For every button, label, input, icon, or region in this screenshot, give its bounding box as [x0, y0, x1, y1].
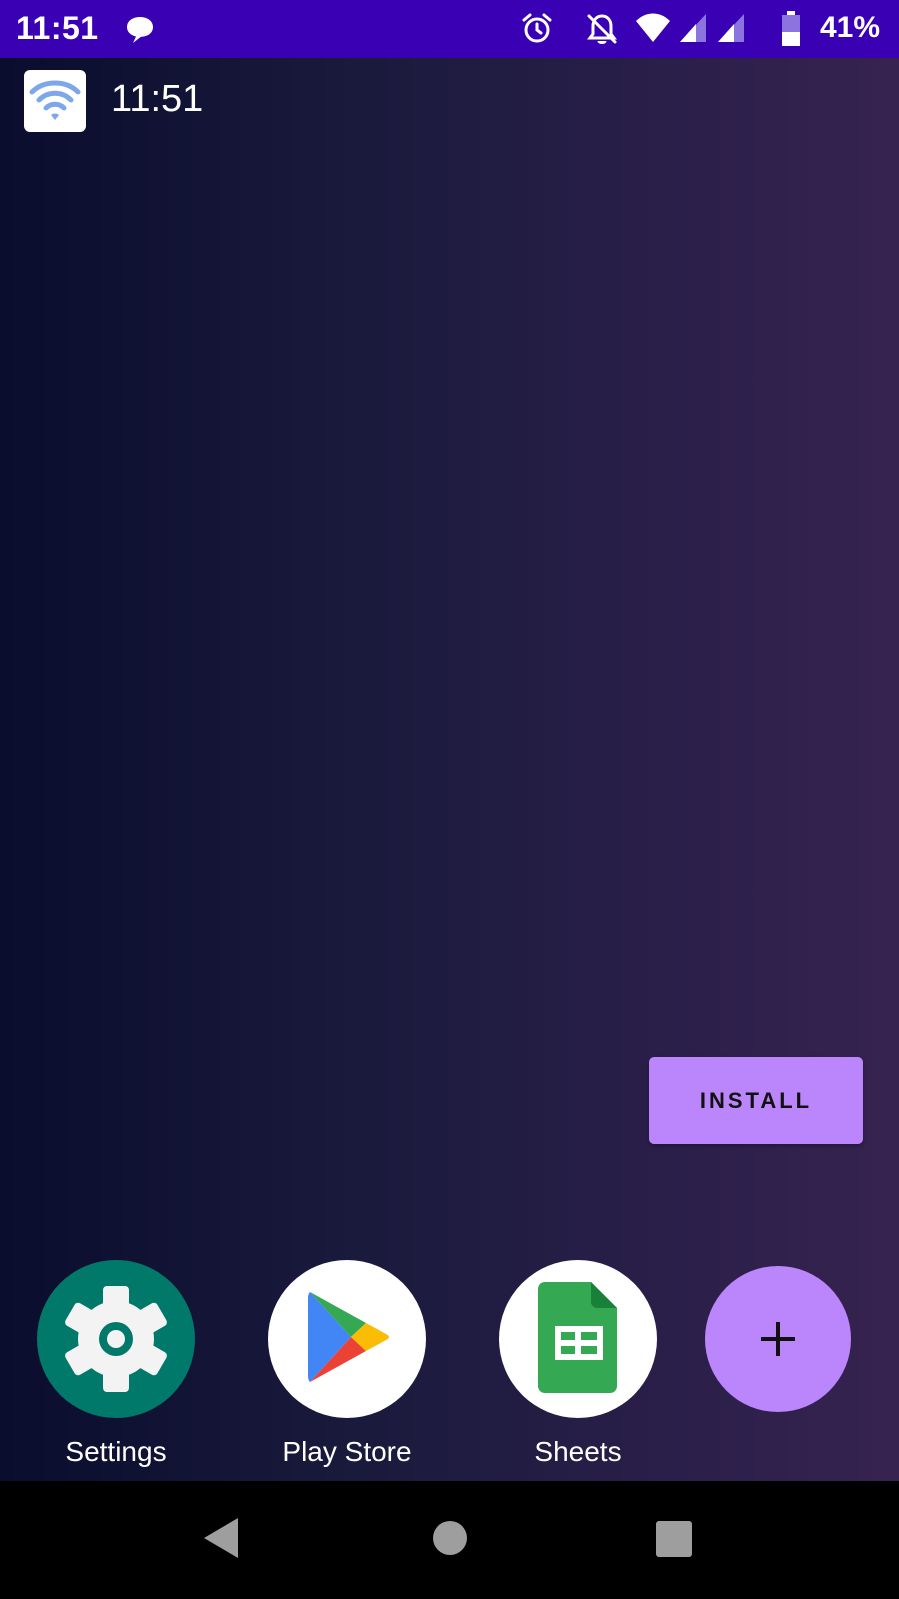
message-icon	[127, 17, 153, 43]
play-store-icon	[308, 1292, 389, 1382]
cell-signal-icon	[718, 14, 744, 42]
app-settings[interactable]: Settings	[16, 1260, 216, 1468]
app-play-store[interactable]: Play Store	[247, 1260, 447, 1468]
wifi-icon	[29, 80, 81, 120]
plus-icon	[761, 1322, 795, 1356]
sheets-app-icon[interactable]	[499, 1260, 657, 1418]
app-sheets[interactable]: Sheets	[478, 1260, 678, 1468]
notifications-off-icon	[587, 14, 617, 44]
wifi-icon	[636, 13, 670, 42]
app-label-sheets: Sheets	[534, 1436, 622, 1467]
home-screen: 11:51 41% 11:51 INSTALL Settings Play St…	[0, 0, 899, 1599]
home-icon[interactable]	[431, 1519, 469, 1557]
app-label-play-store: Play Store	[282, 1436, 412, 1467]
cell-signal-icon	[680, 14, 706, 42]
app-label-settings: Settings	[65, 1436, 167, 1467]
install-button[interactable]: INSTALL	[649, 1057, 863, 1144]
settings-gear-icon	[65, 1286, 167, 1392]
recents-icon[interactable]	[655, 1520, 693, 1558]
battery-icon	[782, 11, 800, 46]
sheets-icon	[538, 1282, 617, 1393]
add-button[interactable]	[705, 1266, 851, 1412]
widget-icon-tile[interactable]	[24, 70, 86, 132]
settings-app-icon[interactable]	[37, 1260, 195, 1418]
status-time: 11:51	[16, 10, 99, 46]
status-bar: 11:51 41%	[0, 0, 899, 58]
battery-percent: 41%	[820, 11, 881, 44]
back-icon[interactable]	[200, 1516, 242, 1560]
widget-time: 11:51	[111, 78, 204, 120]
navigation-bar	[0, 1481, 899, 1599]
alarm-icon	[522, 13, 552, 43]
play-store-app-icon[interactable]	[268, 1260, 426, 1418]
